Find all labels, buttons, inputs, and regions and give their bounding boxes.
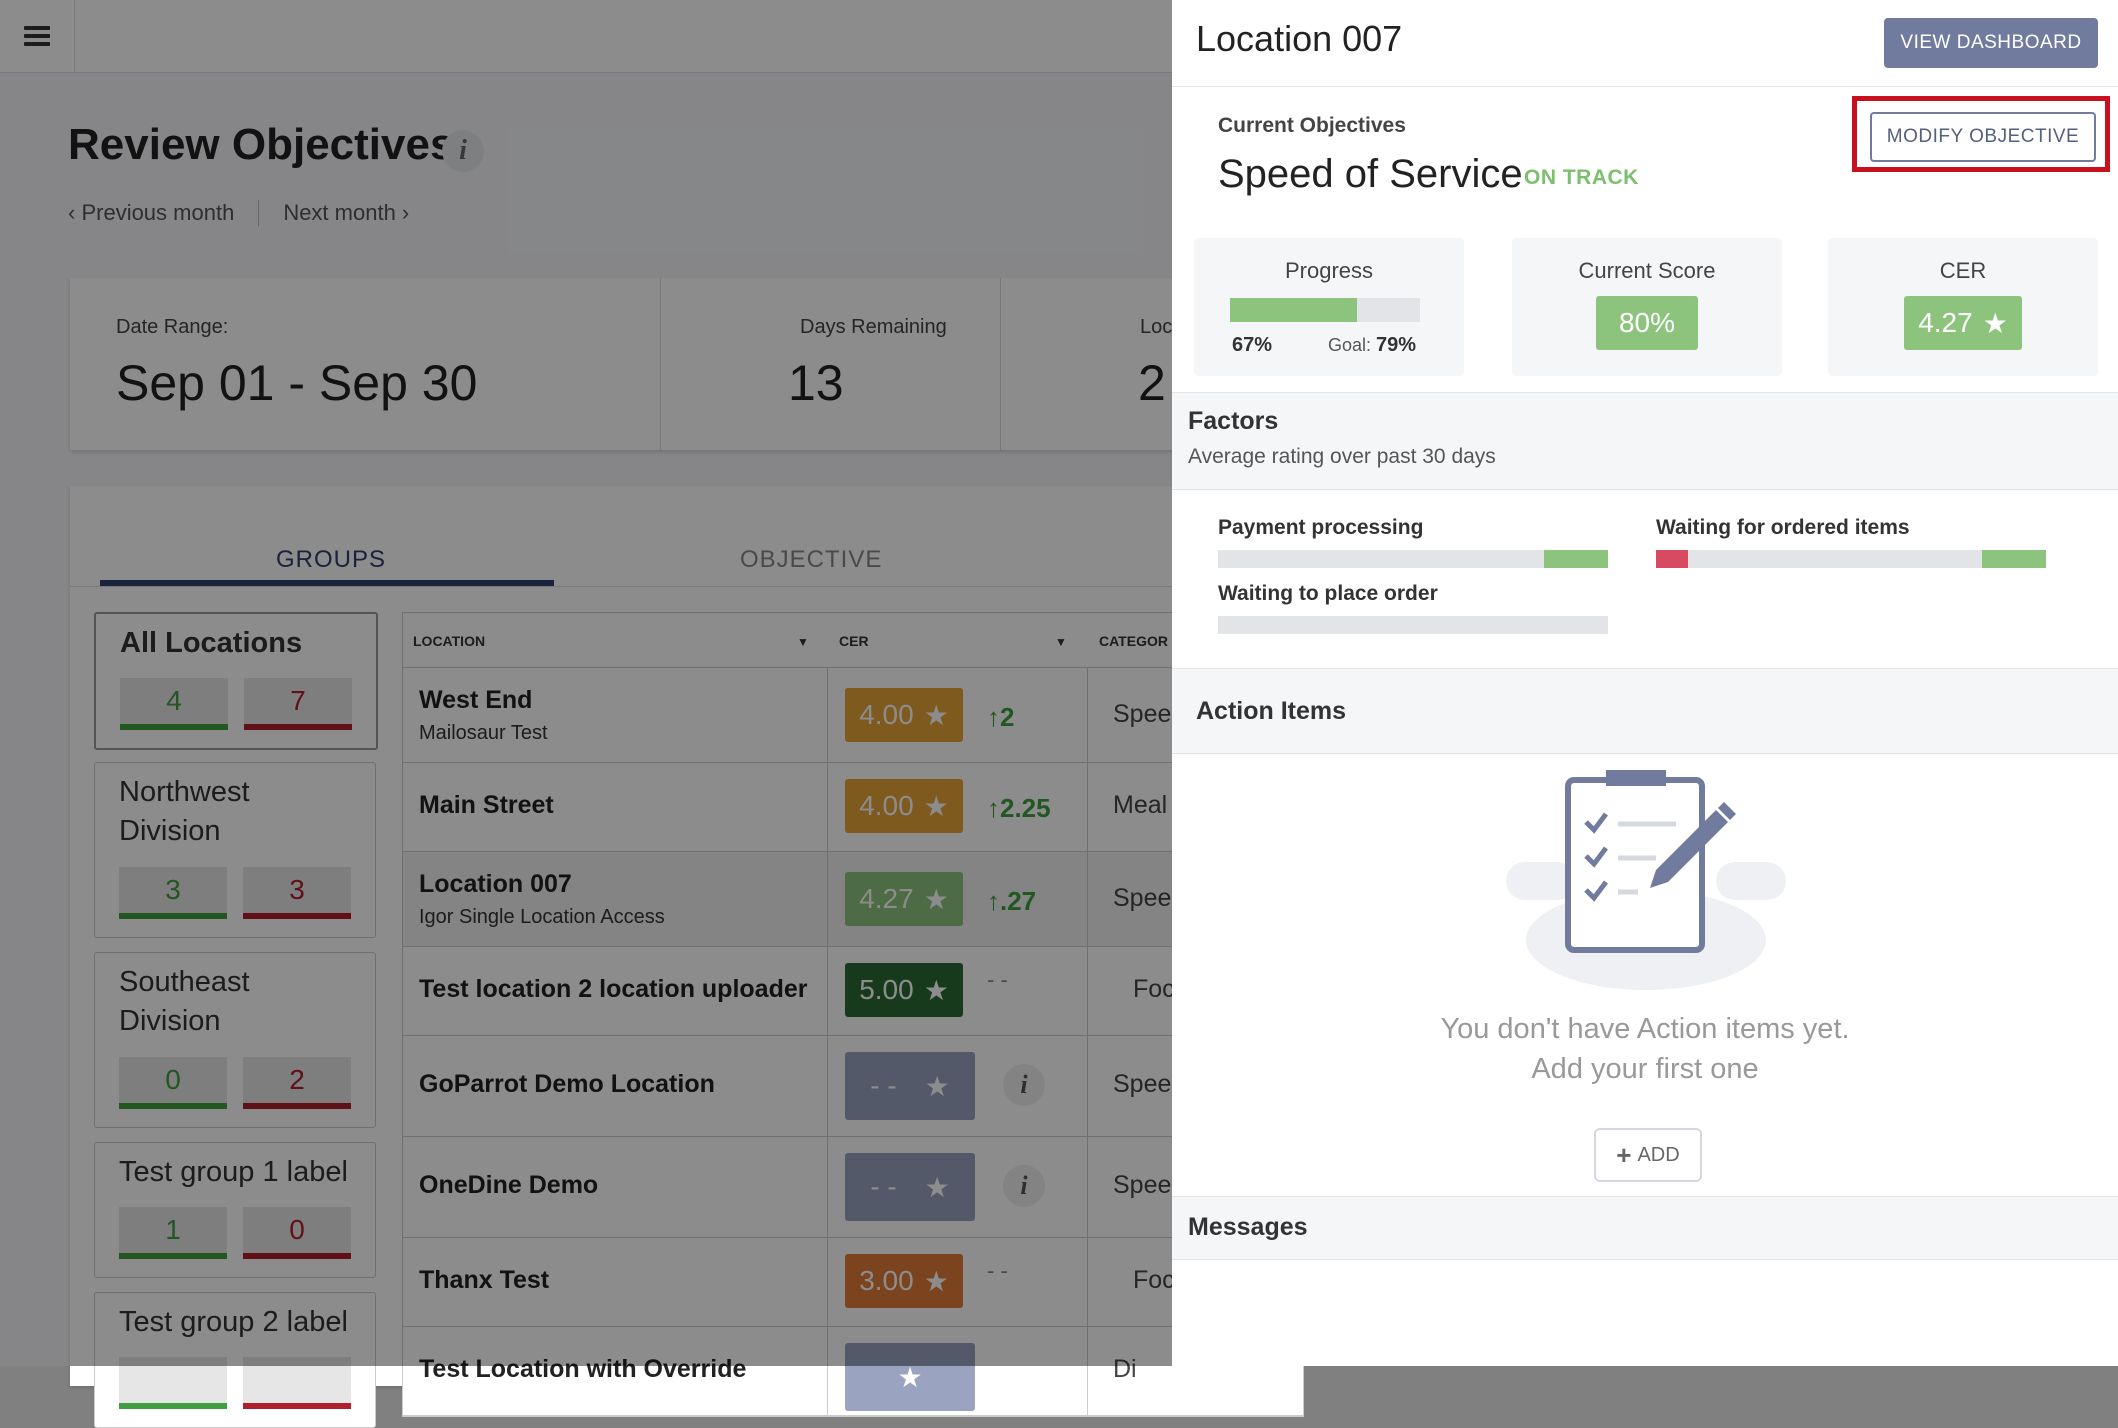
empty-state-line2: Add your first one	[1531, 1053, 1759, 1085]
current-score-label: Current Score	[1578, 258, 1716, 283]
action-items-header: Action Items	[1172, 668, 2118, 754]
factor-bar-positive	[1544, 550, 1608, 568]
factor-label: Waiting to place order	[1218, 582, 1438, 605]
progress-bar	[1230, 298, 1420, 322]
cer-card: CER 4.27 ★	[1828, 238, 2098, 376]
factors-title: Factors	[1188, 407, 1279, 435]
current-score-value: 80%	[1618, 307, 1676, 338]
action-items-title: Action Items	[1196, 697, 1347, 725]
factor-bar-negative	[1656, 550, 1688, 568]
add-action-item-button[interactable]: + ADD	[1594, 1128, 1702, 1182]
divider	[1172, 86, 2118, 87]
add-label: ADD	[1637, 1143, 1680, 1166]
factor-bar-positive	[1982, 550, 2046, 568]
progress-label: Progress	[1284, 258, 1374, 283]
plus-icon: +	[1616, 1139, 1632, 1170]
current-score-badge: 80%	[1596, 296, 1698, 350]
factor-bar-payment-processing	[1218, 550, 1608, 568]
factor-bar-waiting-place-order	[1218, 616, 1608, 634]
goal-value: 79%	[1376, 334, 1417, 356]
factors-subtitle: Average rating over past 30 days	[1188, 445, 1496, 468]
cer-badge: 4.27 ★	[1904, 296, 2022, 350]
cer-label: CER	[1939, 258, 1987, 283]
factors-header: Factors Average rating over past 30 days	[1172, 392, 2118, 490]
progress-value: 67%	[1232, 334, 1273, 356]
messages-title: Messages	[1188, 1213, 1308, 1241]
current-objectives-label: Current Objectives	[1218, 114, 1406, 137]
goal-label: Goal:	[1328, 335, 1372, 355]
progress-goal: Goal: 79%	[1328, 334, 1416, 357]
factor-label: Waiting for ordered items	[1656, 516, 1910, 539]
modify-objective-button[interactable]: MODIFY OBJECTIVE	[1870, 112, 2096, 162]
messages-header: Messages	[1172, 1196, 2118, 1260]
objective-name: Speed of Service	[1218, 152, 1523, 196]
current-score-card: Current Score 80%	[1512, 238, 1782, 376]
view-dashboard-button[interactable]: VIEW DASHBOARD	[1884, 18, 2098, 68]
progress-card: Progress 67% Goal: 79%	[1194, 238, 1464, 376]
star-icon: ★	[1982, 307, 2008, 339]
clipboard-illustration-icon	[1506, 770, 1786, 990]
panel-title: Location 007	[1196, 18, 1403, 59]
cer-value: 4.27	[1918, 307, 1973, 338]
empty-state-line1: You don't have Action items yet.	[1440, 1013, 1850, 1045]
status-badge: ON TRACK	[1524, 166, 1639, 189]
location-detail-panel: Location 007 VIEW DASHBOARD Current Obje…	[1172, 0, 2118, 1366]
factor-label: Payment processing	[1218, 516, 1424, 539]
progress-bar-fill	[1230, 298, 1358, 322]
factor-bar-waiting-ordered-items	[1656, 550, 2046, 568]
